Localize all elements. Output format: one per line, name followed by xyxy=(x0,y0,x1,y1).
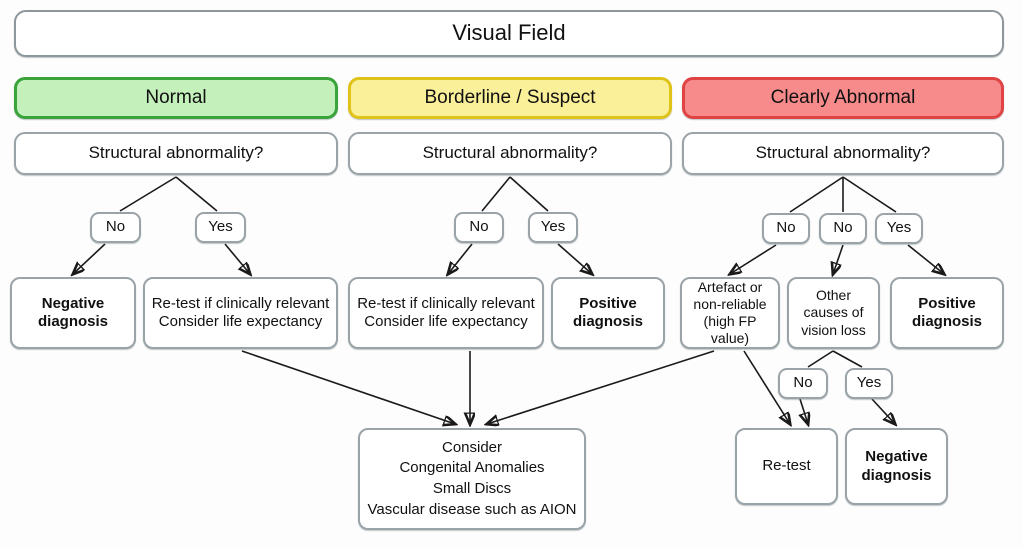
branch-normal-yes: Yes xyxy=(195,212,246,243)
outcome-negative-2-line1: Negative xyxy=(865,448,928,466)
branch-abnormal-no-other-label: No xyxy=(833,219,853,237)
category-normal-label: Normal xyxy=(145,87,207,109)
consider-line3: Small Discs xyxy=(432,480,512,498)
outcome-other-line1: Other xyxy=(815,287,851,304)
category-normal[interactable]: Normal xyxy=(14,77,338,119)
root-label: Visual Field xyxy=(452,20,566,46)
branch-borderline-yes: Yes xyxy=(528,212,578,243)
branch-abnormal-yes-label: Yes xyxy=(886,219,912,237)
outcome-other-causes-vision-loss: Other causes of vision loss xyxy=(787,277,880,349)
outcome-consider-differentials: Consider Congenital Anomalies Small Disc… xyxy=(358,428,586,530)
branch-borderline-no: No xyxy=(454,212,504,243)
branch-abnormal-no-artefact: No xyxy=(762,213,810,244)
outcome-negative-1-line2: diagnosis xyxy=(37,313,108,330)
branch-other-causes-yes-label: Yes xyxy=(856,374,882,392)
outcome-positive-diagnosis-borderline: Positive diagnosis xyxy=(551,277,665,349)
question-normal-label: Structural abnormality? xyxy=(88,143,264,163)
category-borderline-label: Borderline / Suspect xyxy=(424,87,596,109)
branch-normal-yes-label: Yes xyxy=(208,218,233,236)
outcome-artefact-line2: non-reliable xyxy=(693,295,767,312)
question-structural-abnormality-abnormal: Structural abnormality? xyxy=(682,132,1004,175)
outcome-retest-borderline: Re-test if clinically relevant Consider … xyxy=(348,277,544,349)
branch-borderline-yes-label: Yes xyxy=(540,218,566,236)
outcome-artefact-line3: (high FP value) xyxy=(703,313,757,347)
question-abnormal-label: Structural abnormality? xyxy=(755,143,931,163)
outcome-positive-diagnosis-abnormal: Positive diagnosis xyxy=(890,277,1004,349)
outcome-negative-2-line2: diagnosis xyxy=(861,466,932,484)
consider-line4: Vascular disease such as AION xyxy=(367,501,577,519)
branch-abnormal-no-other: No xyxy=(819,213,867,244)
category-borderline-suspect[interactable]: Borderline / Suspect xyxy=(348,77,672,119)
outcome-negative-diagnosis-abnormal: Negative diagnosis xyxy=(845,428,948,505)
outcome-retest-borderline-line2: Consider life expectancy xyxy=(364,313,528,330)
consider-line1: Consider xyxy=(441,438,503,456)
branch-abnormal-no-artefact-label: No xyxy=(776,219,796,237)
branch-other-causes-no: No xyxy=(778,368,828,399)
consider-line2: Congenital Anomalies xyxy=(399,459,545,477)
outcome-retest-normal: Re-test if clinically relevant Consider … xyxy=(143,277,338,349)
outcome-artefact-non-reliable: Artefact or non-reliable (high FP value) xyxy=(680,277,780,349)
outcome-retest-normal-line2: Consider life expectancy xyxy=(158,313,323,330)
question-structural-abnormality-borderline: Structural abnormality? xyxy=(348,132,672,175)
outcome-negative-diagnosis-normal: Negative diagnosis xyxy=(10,277,136,349)
outcome-retest-final: Re-test xyxy=(735,428,838,505)
branch-normal-no: No xyxy=(90,212,141,243)
branch-abnormal-yes: Yes xyxy=(875,213,923,244)
outcome-other-line2: causes of xyxy=(803,304,864,321)
question-borderline-label: Structural abnormality? xyxy=(422,143,598,163)
branch-borderline-no-label: No xyxy=(469,218,489,236)
outcome-retest-borderline-line1: Re-test if clinically relevant xyxy=(357,294,535,312)
outcome-retest-normal-line1: Re-test if clinically relevant xyxy=(151,294,330,312)
outcome-positive-2-line1: Positive xyxy=(918,294,976,312)
outcome-negative-1-line1: Negative xyxy=(41,294,105,312)
category-clearly-abnormal[interactable]: Clearly Abnormal xyxy=(682,77,1004,119)
outcome-positive-2-line2: diagnosis xyxy=(911,313,982,330)
outcome-positive-1-line2: diagnosis xyxy=(572,313,643,330)
branch-other-causes-no-label: No xyxy=(793,374,813,392)
branch-normal-no-label: No xyxy=(105,218,126,236)
question-structural-abnormality-normal: Structural abnormality? xyxy=(14,132,338,175)
flowchart-canvas: Visual Field Normal Borderline / Suspect… xyxy=(0,0,1023,547)
outcome-artefact-line1: Artefact or xyxy=(697,278,763,295)
outcome-other-line3: vision loss xyxy=(801,321,866,338)
outcome-positive-1-line1: Positive xyxy=(579,294,637,312)
root-node-visual-field: Visual Field xyxy=(14,10,1004,57)
outcome-retest-final-label: Re-test xyxy=(762,457,811,475)
category-abnormal-label: Clearly Abnormal xyxy=(770,87,916,109)
branch-other-causes-yes: Yes xyxy=(845,368,893,399)
